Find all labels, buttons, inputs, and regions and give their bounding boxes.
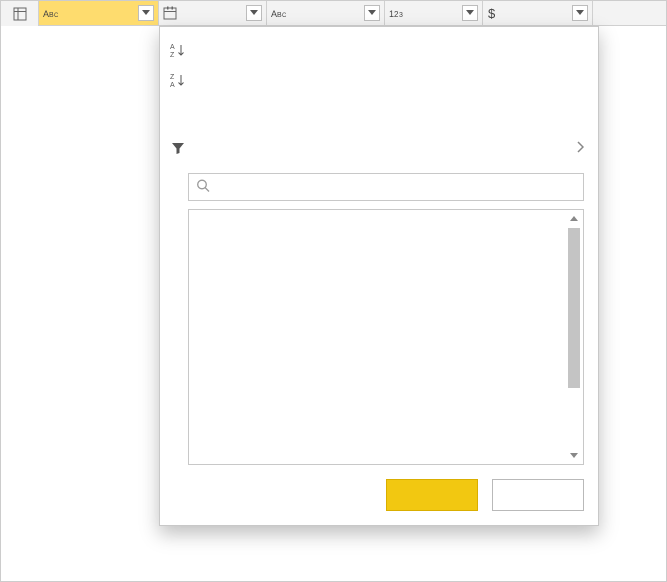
checklist-scrollbar[interactable] — [567, 212, 581, 462]
currency-type-icon: $ — [487, 6, 499, 20]
svg-text:$: $ — [488, 6, 496, 20]
column-header-country[interactable]: ABC — [267, 1, 385, 25]
column-header-source-name[interactable]: ABC — [39, 1, 159, 25]
svg-text:3: 3 — [399, 12, 403, 19]
column-filter-button[interactable] — [572, 5, 588, 21]
date-type-icon — [163, 6, 177, 20]
svg-text:C: C — [54, 13, 59, 19]
svg-text:A: A — [170, 44, 175, 51]
column-header-revenue[interactable]: $ — [483, 1, 593, 25]
svg-text:Z: Z — [170, 52, 175, 58]
column-filter-button[interactable] — [364, 5, 380, 21]
svg-text:Z: Z — [170, 74, 175, 81]
scroll-thumb[interactable] — [568, 228, 580, 388]
column-header-date[interactable] — [159, 1, 267, 25]
column-header-units[interactable]: 123 — [385, 1, 483, 25]
filter-button-row — [160, 479, 584, 511]
remove-empty-item[interactable] — [160, 103, 598, 133]
column-filter-button[interactable] — [138, 5, 154, 21]
text-filters-item[interactable] — [160, 133, 598, 163]
search-icon — [196, 179, 210, 196]
filter-icon — [168, 141, 188, 155]
svg-text:A: A — [170, 82, 175, 88]
sort-ascending-icon: AZ — [168, 42, 188, 58]
table-corner[interactable] — [1, 1, 39, 26]
column-filter-popup: AZ ZA — [159, 26, 599, 526]
filter-checklist — [188, 209, 584, 465]
integer-type-icon: 123 — [389, 6, 405, 20]
filter-search-wrap — [188, 173, 584, 201]
text-type-icon: ABC — [271, 6, 287, 20]
filter-search-input[interactable] — [188, 173, 584, 201]
sort-descending-icon: ZA — [168, 72, 188, 88]
chevron-right-icon — [576, 141, 584, 156]
text-type-icon: ABC — [43, 6, 59, 20]
svg-text:C: C — [282, 13, 287, 19]
scroll-down-icon[interactable] — [567, 448, 581, 462]
cancel-button[interactable] — [492, 479, 584, 511]
sort-descending-item[interactable]: ZA — [160, 65, 598, 95]
column-filter-button[interactable] — [462, 5, 478, 21]
column-filter-button[interactable] — [246, 5, 262, 21]
scroll-up-icon[interactable] — [567, 212, 581, 226]
column-header-row: ABC ABC 123 $ — [1, 1, 666, 26]
ok-button[interactable] — [386, 479, 478, 511]
sort-ascending-item[interactable]: AZ — [160, 35, 598, 65]
